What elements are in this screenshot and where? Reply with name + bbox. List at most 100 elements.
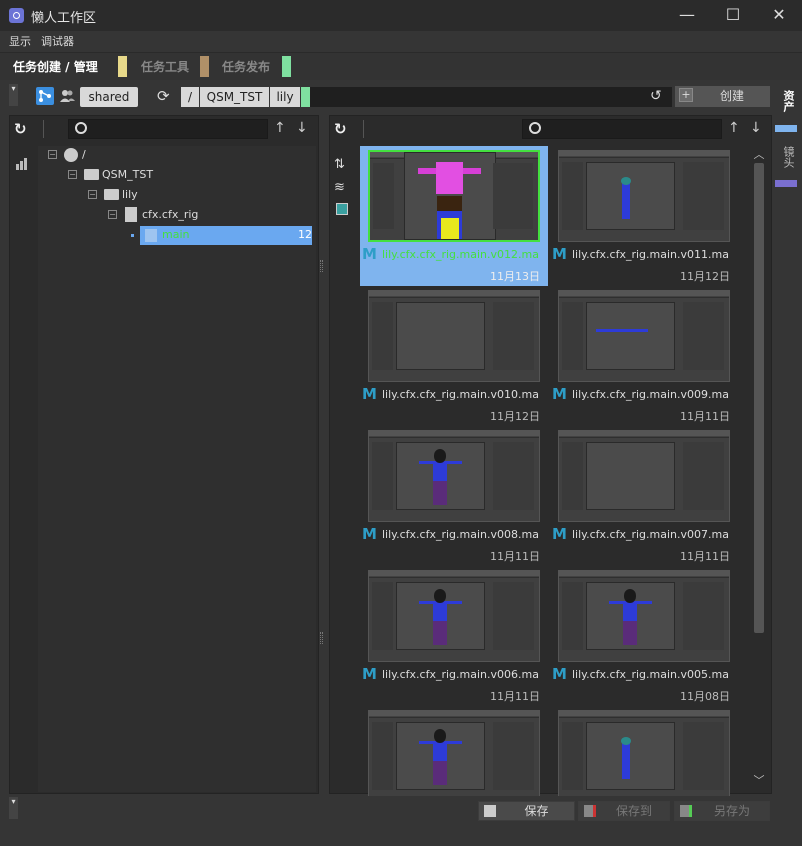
path-input[interactable] [310,87,672,107]
tab-task-tools[interactable]: 任务工具 [141,57,189,78]
users-icon[interactable] [58,87,76,105]
layers-icon[interactable]: ≋ [334,180,350,196]
tab-color-swatch [200,56,209,77]
file-card[interactable]: Mlily.cfx.cfx_rig.main.v007.ma 11月11日 [550,426,738,566]
side-tab-assets[interactable]: 资产 [780,90,796,112]
create-button-label: 创建 [719,89,744,103]
save-as-button[interactable]: 另存为 [674,801,770,821]
bottom-menu-arrow-icon[interactable]: ▾ [9,797,18,819]
maya-file-icon: M [552,385,567,403]
splitter-handle[interactable] [320,260,323,272]
file-thumbnail [368,430,540,522]
thumbnail-view-icon[interactable] [336,203,348,215]
scroll-up-icon[interactable]: ︿ [753,146,765,161]
file-card[interactable]: Mlily.cfx.cfx_rig.main.v011.ma 11月12日 [550,146,738,286]
file-date: 11月12日 [680,270,730,283]
file-name: lily.cfx.cfx_rig.main.v012.ma [382,248,539,261]
tree-item-project[interactable]: QSM_TST [102,165,153,185]
folder-icon [84,169,99,180]
close-button[interactable]: ✕ [756,0,802,31]
path-asset-button[interactable]: lily [270,87,300,107]
refresh-icon[interactable]: ↻ [14,120,32,138]
file-thumbnail [368,150,540,242]
tree-search-input[interactable] [68,119,268,139]
separator [43,120,44,138]
file-thumbnail [558,710,730,802]
maximize-button[interactable]: ☐ [710,0,756,31]
side-tab-shots[interactable]: 镜头 [780,146,796,168]
add-icon: + [679,88,693,102]
file-card[interactable]: Mlily.cfx.cfx_rig.main.v008.ma 11月11日 [360,426,548,566]
menu-display[interactable]: 显示 [9,33,31,49]
file-card[interactable]: Mlily.cfx.cfx_rig.main.v010.ma 11月12日 [360,286,548,426]
tree-item-task[interactable]: cfx.cfx_rig [142,205,198,225]
file-card[interactable]: Mlily.cfx.cfx_rig.main.v009.ma 11月11日 [550,286,738,426]
sort-up-icon[interactable]: ↑ [728,120,740,136]
collapse-icon[interactable]: − [108,210,117,219]
create-button[interactable]: + 创建 [675,86,770,107]
file-name: lily.cfx.cfx_rig.main.v011.ma [572,248,729,261]
file-thumbnail [558,430,730,522]
collapse-icon[interactable]: − [48,150,57,159]
save-to-button[interactable]: 保存到 [578,801,670,821]
side-tab-shots-indicator [775,180,797,187]
side-tab-assets-indicator [775,125,797,132]
scroll-down-icon[interactable]: ﹀ [753,772,765,787]
scrollbar-thumb[interactable] [754,163,764,633]
maya-file-icon: M [552,245,567,263]
version-icon [145,229,157,242]
tab-color-swatch [282,56,291,77]
minimize-button[interactable]: — [664,0,710,31]
refresh-icon[interactable]: ↻ [334,120,352,138]
save-icon [484,805,496,817]
file-thumbnail [368,290,540,382]
path-root-button[interactable]: / [181,87,199,107]
sync-icon[interactable]: ⟳ [157,87,175,105]
toolbar-menu-arrow-icon[interactable]: ▾ [9,84,18,106]
file-thumbnail [558,150,730,242]
save-button-label: 保存 [524,804,549,818]
save-button[interactable]: 保存 [478,801,575,821]
sort-up-icon[interactable]: ↑ [274,120,286,136]
maya-file-icon: M [362,385,377,403]
file-card[interactable]: Mlily.cfx.cfx_rig.main.v012.ma 11月13日 [360,146,548,286]
maya-file-icon: M [552,525,567,543]
save-as-icon [680,805,692,817]
tab-task-publish[interactable]: 任务发布 [222,57,270,78]
file-date: 11月11日 [490,690,540,703]
save-to-icon [584,805,596,817]
file-date: 11月11日 [680,550,730,563]
file-name: lily.cfx.cfx_rig.main.v005.ma [572,668,729,681]
file-card[interactable]: Mlily.cfx.cfx_rig.main.v005.ma 11月08日 [550,566,738,706]
tree-item-main[interactable]: main [162,225,189,245]
file-search-input[interactable] [522,119,722,139]
path-project-button[interactable]: QSM_TST [200,87,269,107]
file-name: lily.cfx.cfx_rig.main.v007.ma [572,528,729,541]
history-icon[interactable]: ↺ [650,87,668,105]
sort-order-icon[interactable]: ⇅ [334,157,350,173]
sort-down-icon[interactable]: ↓ [750,120,762,136]
user-icon [64,148,78,162]
folder-icon [104,189,119,200]
scope-shared-button[interactable]: shared [80,87,138,107]
file-date: 11月08日 [680,690,730,703]
window-title: 懒人工作区 [31,11,97,26]
collapse-icon[interactable]: − [88,190,97,199]
splitter-handle[interactable] [320,632,323,644]
maya-file-icon: M [552,665,567,683]
file-thumbnail [558,290,730,382]
tree-item-root[interactable]: / [82,145,86,165]
menu-debugger[interactable]: 调试器 [41,33,74,49]
stats-icon[interactable] [16,158,28,170]
sort-down-icon[interactable]: ↓ [296,120,308,136]
hierarchy-icon[interactable] [36,87,54,105]
collapse-icon[interactable]: − [68,170,77,179]
tree-item-asset[interactable]: lily [122,185,138,205]
file-card[interactable]: Mlily.cfx.cfx_rig.main.v006.ma 11月11日 [360,566,548,706]
tab-task-create[interactable]: 任务创建 / 管理 [13,57,98,78]
file-thumbnail [558,570,730,662]
path-color-swatch [301,87,310,107]
menu-bar [0,31,802,51]
file-date: 11月12日 [490,410,540,423]
maya-file-icon: M [362,525,377,543]
